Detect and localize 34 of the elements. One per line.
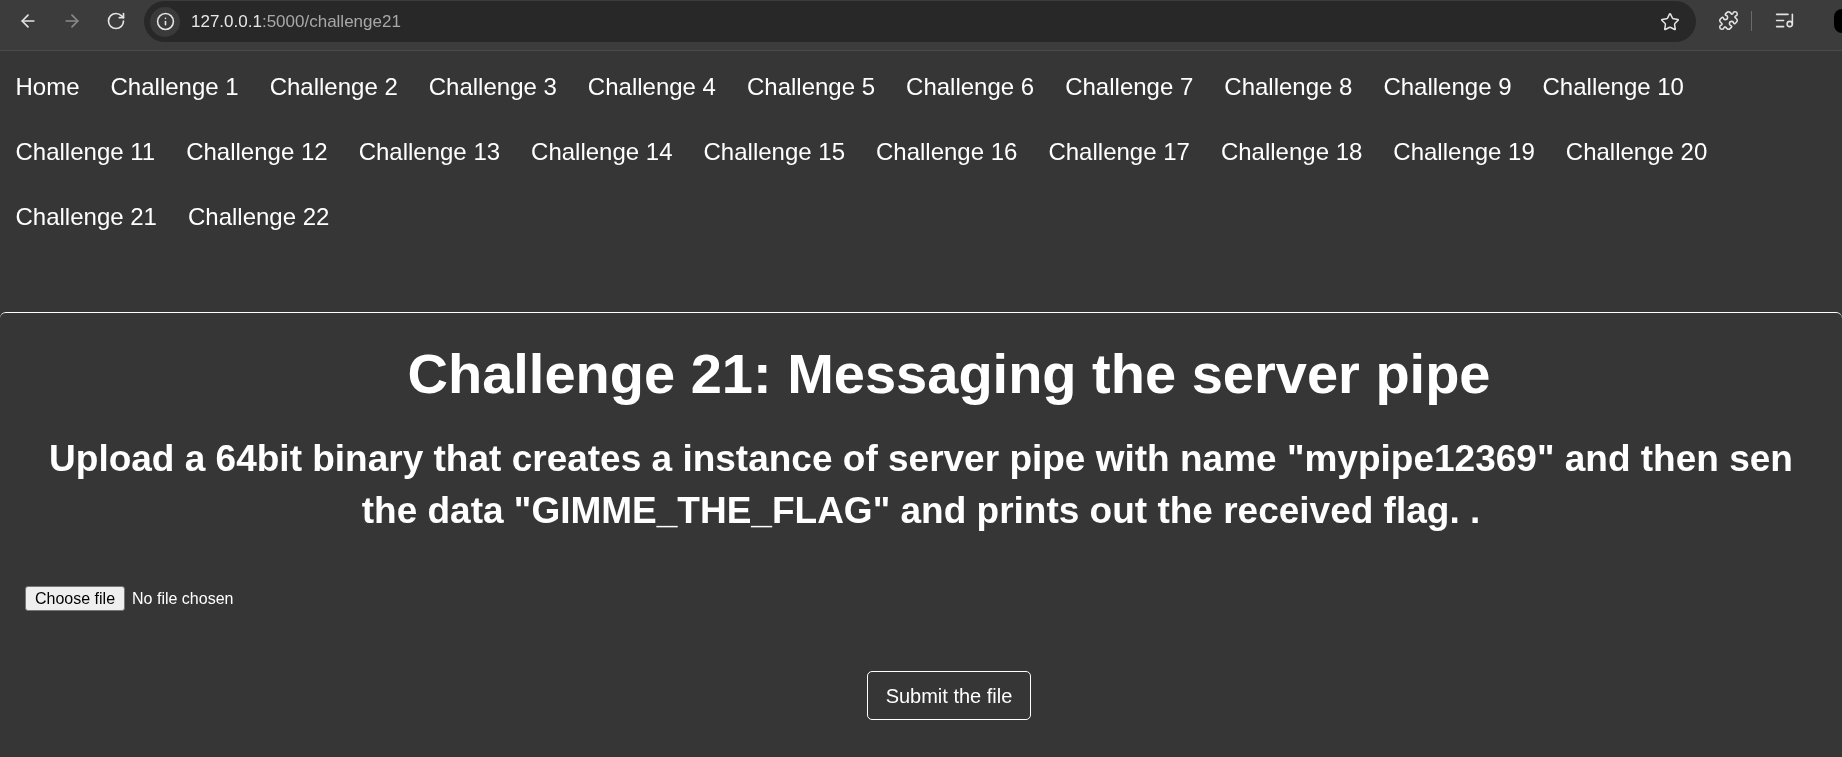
submit-button[interactable]: Submit the file bbox=[866, 671, 1032, 720]
nav-link[interactable]: Challenge 13 bbox=[343, 119, 516, 184]
nav-link[interactable]: Challenge 11 bbox=[0, 119, 171, 184]
nav-link[interactable]: Challenge 16 bbox=[860, 119, 1033, 184]
nav-link[interactable]: Challenge 17 bbox=[1032, 119, 1206, 184]
nav-link[interactable]: Challenge 22 bbox=[172, 184, 345, 249]
nav-link[interactable]: Challenge 4 bbox=[572, 54, 732, 119]
challenge-description: Upload a 64bit binary that creates a instance of server pipe with name "mypipe12369" and then sen the data "GIMME_THE_FLAG" and prints out the received flag. . bbox=[49, 437, 1793, 533]
nav-link[interactable]: Challenge 3 bbox=[413, 54, 573, 119]
nav-link[interactable]: Challenge 6 bbox=[890, 54, 1050, 119]
nav-link[interactable]: Challenge 2 bbox=[254, 54, 414, 119]
extensions-puzzle-icon[interactable] bbox=[1718, 10, 1739, 31]
nav-link[interactable]: Challenge 21 bbox=[0, 184, 173, 249]
bookmark-star-icon[interactable] bbox=[1660, 11, 1680, 32]
file-status-text: No file chosen bbox=[132, 589, 234, 608]
reload-icon[interactable] bbox=[106, 10, 126, 31]
nav-link[interactable]: Challenge 5 bbox=[731, 54, 891, 119]
nav-link[interactable]: Challenge 20 bbox=[1550, 119, 1723, 184]
nav-link[interactable]: Challenge 14 bbox=[515, 119, 689, 184]
challenge-title: Challenge 21: Messaging the server pipe bbox=[407, 341, 1491, 407]
choose-file-button[interactable]: Choose file bbox=[25, 586, 126, 611]
nav-link[interactable]: Challenge 12 bbox=[170, 119, 344, 184]
url-text: 127.0.0.1:5000/challenge21 bbox=[191, 10, 401, 33]
address-bar[interactable]: 127.0.0.1:5000/challenge21 bbox=[144, 1, 1696, 42]
nav-link[interactable]: Challenge 8 bbox=[1208, 54, 1368, 119]
nav-link[interactable]: Challenge 19 bbox=[1377, 119, 1551, 184]
nav-link[interactable]: Challenge 10 bbox=[1527, 54, 1700, 119]
nav-link[interactable]: Home bbox=[0, 54, 96, 119]
nav-link[interactable]: Challenge 1 bbox=[95, 54, 255, 119]
nav-link[interactable]: Challenge 9 bbox=[1367, 54, 1527, 119]
site-info-icon[interactable] bbox=[150, 6, 180, 37]
nav-link[interactable]: Challenge 18 bbox=[1205, 119, 1378, 184]
nav-link[interactable]: Challenge 7 bbox=[1049, 54, 1209, 119]
nav-link[interactable]: Challenge 15 bbox=[688, 119, 861, 184]
